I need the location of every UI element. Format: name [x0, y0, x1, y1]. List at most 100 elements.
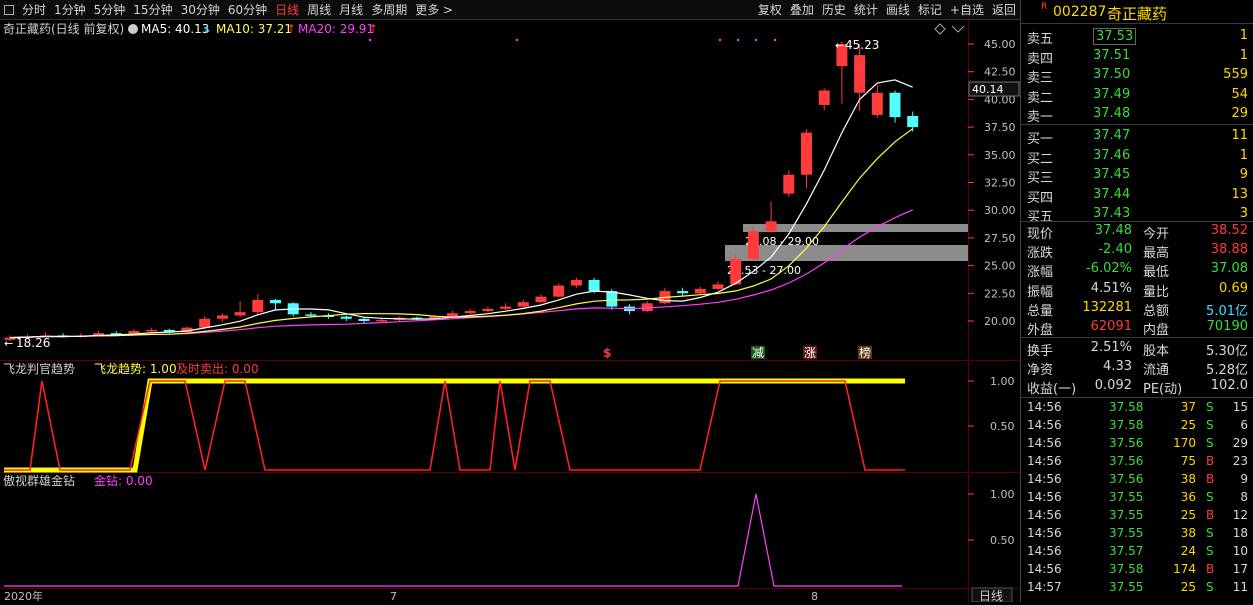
ind1-name-text: 飞龙判官趋势 [3, 361, 75, 376]
mark-button[interactable]: 标记 [914, 1, 946, 18]
sell-row[interactable]: 卖五 37.53 1 [1021, 27, 1253, 47]
candle-body[interactable] [801, 132, 812, 175]
price-tick: 45.00 [984, 38, 1016, 51]
tick-price: 37.55 [1109, 526, 1144, 540]
buy-volume: 3 [1239, 206, 1248, 221]
candle-body[interactable] [712, 284, 724, 289]
candle-body[interactable] [553, 285, 565, 297]
stat-row: 涨跌 -2.40 最高 38.88 [1021, 241, 1253, 261]
sell-row[interactable]: 卖一 37.48 29 [1021, 105, 1253, 125]
candle-body[interactable] [500, 306, 512, 309]
candles-layer [4, 38, 919, 341]
candle-body[interactable] [199, 318, 211, 328]
sell-row[interactable]: 卖二 37.49 54 [1021, 86, 1253, 106]
candle-body[interactable] [234, 312, 246, 316]
tab-15min[interactable]: 15分钟 [129, 1, 176, 18]
chart-area[interactable]: 奇正藏药(日线 前复权) MA5: 40.13 ↓ MA10: 37.21 ↑ … [0, 20, 1020, 603]
candle-body[interactable] [783, 174, 795, 194]
candle-body[interactable] [358, 318, 370, 321]
signal-dot [718, 38, 722, 42]
signal-rise[interactable]: 涨 [804, 345, 816, 360]
tick-volume: 37 [1180, 400, 1196, 414]
period-tab[interactable]: 日线 [979, 589, 1003, 603]
tab-monthly[interactable]: 月线 [335, 1, 367, 18]
candle-body[interactable] [854, 55, 866, 93]
candle-body[interactable] [535, 296, 547, 303]
quote-header: R 002287 奇正藏药 [1021, 0, 1253, 24]
signal-dot [773, 38, 777, 42]
overlay-button[interactable]: 叠加 [786, 1, 818, 18]
candle-body[interactable] [517, 302, 529, 307]
candle-body[interactable] [376, 319, 388, 322]
tick-side: S [1206, 526, 1214, 540]
buy-row[interactable]: 买一 37.47 11 [1021, 127, 1253, 147]
sell-row[interactable]: 卖四 37.51 1 [1021, 47, 1253, 67]
fuquan-button[interactable]: 复权 [754, 1, 786, 18]
tick-volume: 38 [1180, 472, 1196, 486]
chart-corner-icons[interactable] [934, 23, 965, 35]
back-button[interactable]: 返回 [988, 1, 1020, 18]
candle-body[interactable] [340, 316, 352, 319]
tick-side: S [1206, 400, 1214, 414]
stat-label: 收益(一) [1027, 382, 1077, 397]
tab-fenshi[interactable]: 分时 [18, 1, 50, 18]
buy-price: 37.46 [1093, 147, 1131, 163]
stat-label: 股本 [1143, 344, 1170, 359]
add-watchlist-button[interactable]: +自选 [946, 1, 988, 18]
candle-body[interactable] [588, 280, 600, 292]
tab-1min[interactable]: 1分钟 [50, 1, 90, 18]
candle-body[interactable] [570, 280, 582, 286]
candle-body[interactable] [146, 329, 158, 332]
candle-body[interactable] [447, 313, 458, 317]
stat-value: 37.08 [1210, 261, 1248, 277]
candle-body[interactable] [871, 92, 883, 115]
tab-30min[interactable]: 30分钟 [177, 1, 224, 18]
tab-60min[interactable]: 60分钟 [224, 1, 271, 18]
candle-body[interactable] [606, 291, 618, 307]
tab-5min[interactable]: 5分钟 [90, 1, 130, 18]
kline-chart[interactable]: 奇正藏药(日线 前复权) MA5: 40.13 ↓ MA10: 37.21 ↑ … [0, 20, 1020, 603]
buy-row[interactable]: 买三 37.45 9 [1021, 166, 1253, 186]
candle-body[interactable] [818, 90, 830, 105]
buy-row[interactable]: 买四 37.44 13 [1021, 186, 1253, 206]
tab-more[interactable]: 更多 > [411, 1, 457, 18]
ind2-tick-05: 0.50 [990, 534, 1015, 547]
buy-volume: 9 [1239, 167, 1248, 182]
draw-button[interactable]: 画线 [882, 1, 914, 18]
ma5-line [9, 79, 913, 339]
candle-body[interactable] [677, 291, 689, 294]
candle-body[interactable] [694, 288, 706, 294]
tick-row: 14:56 37.55 38 S 18 [1021, 525, 1253, 544]
tick-price: 37.58 [1109, 400, 1144, 414]
candle-body[interactable] [305, 314, 317, 316]
candle-body[interactable] [747, 231, 759, 259]
ind1-name: 飞龙判官趋势 [3, 361, 75, 376]
tick-count: 15 [1232, 400, 1248, 414]
current-price-tag: 40.14 [972, 83, 1004, 96]
stat-value: 2.51% [1090, 340, 1132, 355]
stats-button[interactable]: 统计 [850, 1, 882, 18]
toolbar-right: 复权 叠加 历史 统计 画线 标记 +自选 返回 [754, 1, 1020, 18]
tab-multi-period[interactable]: 多周期 [367, 1, 411, 18]
candle-body[interactable] [252, 299, 264, 313]
ma10-label: MA10: 37.21 [216, 22, 292, 36]
signal-list[interactable]: 榜 [859, 345, 871, 360]
candle-body[interactable] [270, 299, 281, 304]
buy-row[interactable]: 买二 37.46 1 [1021, 147, 1253, 167]
stat-row: 振幅 4.51% 量比 0.69 [1021, 280, 1253, 300]
candle-body[interactable] [482, 308, 494, 312]
candle-body[interactable] [464, 311, 476, 314]
candle-body[interactable] [889, 92, 901, 118]
buy-price: 37.43 [1093, 206, 1131, 221]
signal-dollar[interactable]: $ [603, 346, 611, 360]
candle-body[interactable] [765, 221, 777, 232]
signal-reduce[interactable]: 减 [752, 346, 764, 360]
tab-weekly[interactable]: 周线 [303, 1, 335, 18]
candle-body[interactable] [216, 315, 228, 319]
candle-body[interactable] [907, 116, 919, 128]
menu-square-icon[interactable] [4, 4, 14, 15]
sell-row[interactable]: 卖三 37.50 559 [1021, 66, 1253, 86]
history-button[interactable]: 历史 [818, 1, 850, 18]
stat-label: 外盘 [1027, 323, 1054, 338]
tab-daily[interactable]: 日线 [271, 1, 303, 18]
